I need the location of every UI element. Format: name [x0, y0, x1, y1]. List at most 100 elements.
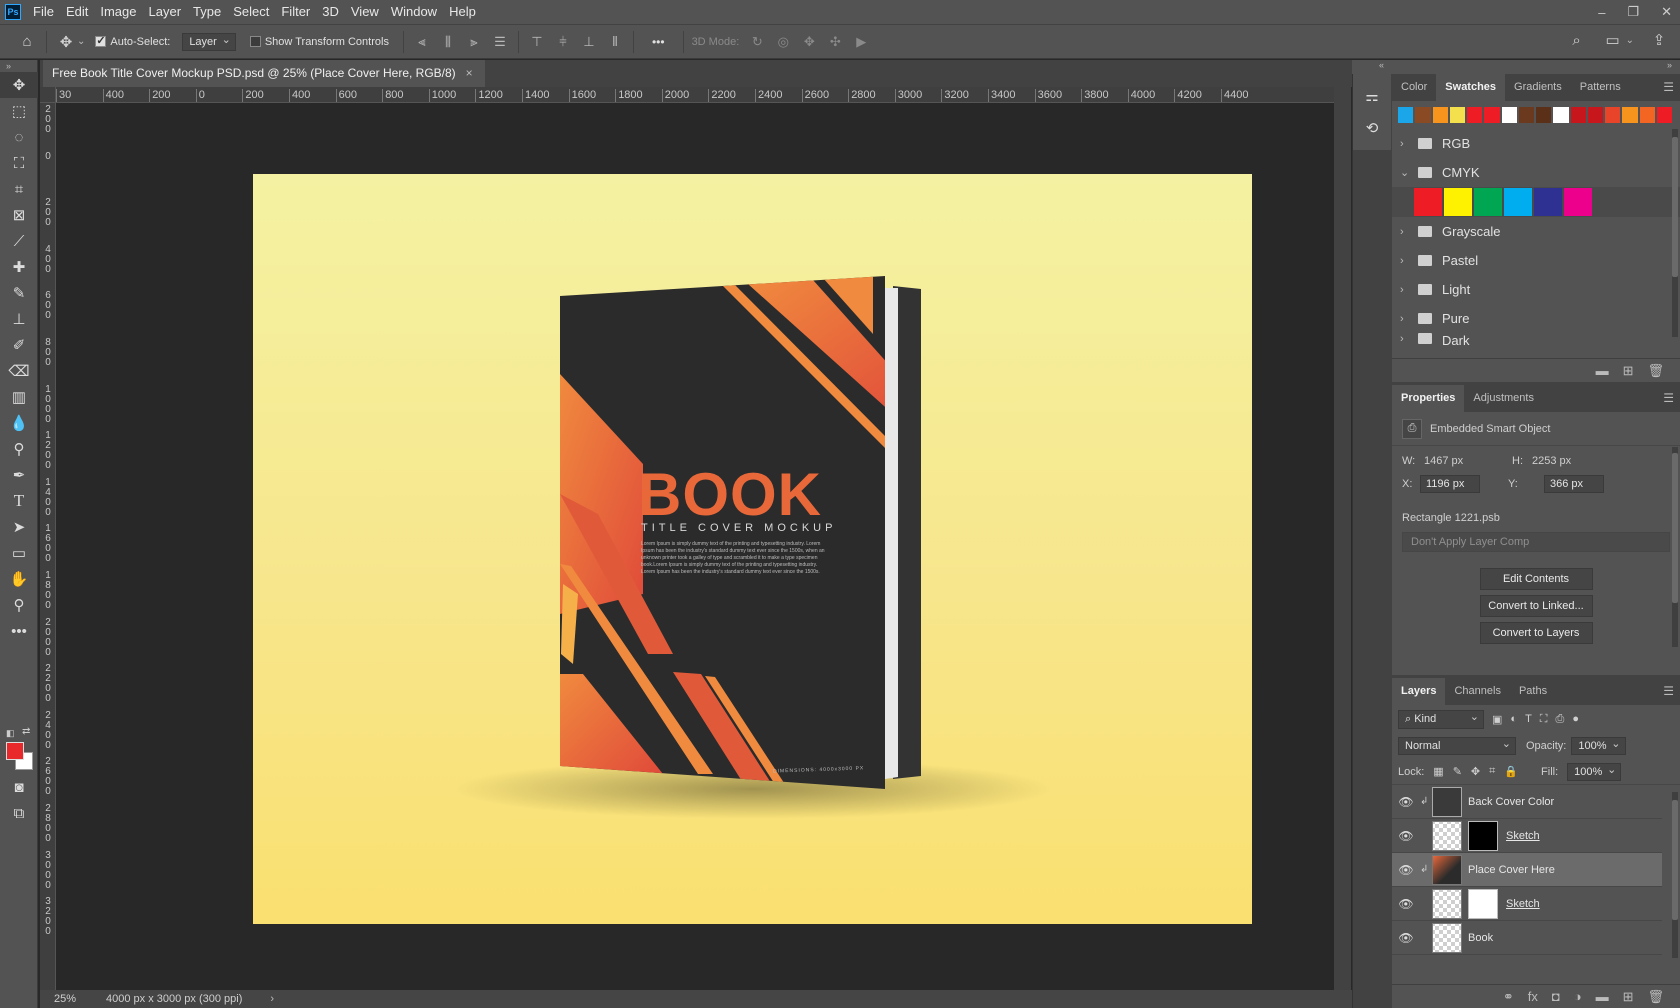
close-window-icon[interactable]: ✕: [1661, 4, 1672, 20]
crop-tool-icon[interactable]: ⌗: [0, 176, 38, 202]
healing-brush-tool-icon[interactable]: ✚: [0, 254, 38, 280]
filter-pixel-icon[interactable]: ▣: [1492, 713, 1502, 726]
tab-channels[interactable]: Channels: [1445, 678, 1509, 705]
collapse-toolbar-icon[interactable]: »: [0, 60, 37, 72]
history-brush-tool-icon[interactable]: ✐: [0, 332, 38, 358]
layer-style-icon[interactable]: fx: [1528, 989, 1538, 1004]
delete-layer-icon[interactable]: 🗑: [1647, 989, 1664, 1005]
photoshop-logo-icon[interactable]: Ps: [5, 4, 21, 20]
color-swatch[interactable]: [1622, 107, 1638, 123]
delete-swatch-icon[interactable]: 🗑: [1647, 363, 1664, 379]
swatch-folder-rgb[interactable]: › RGB: [1392, 129, 1680, 158]
visibility-eye-icon[interactable]: 👁: [1392, 897, 1420, 911]
layer-name[interactable]: Sketch: [1506, 830, 1540, 842]
convert-to-layers-button[interactable]: Convert to Layers: [1479, 622, 1593, 644]
opacity-field[interactable]: 100%: [1571, 737, 1626, 755]
layer-row[interactable]: 👁 Sketch: [1392, 887, 1662, 921]
color-swatch[interactable]: [1534, 188, 1562, 216]
menu-image[interactable]: Image: [94, 0, 142, 24]
new-group-icon[interactable]: ▬: [1596, 989, 1609, 1004]
swatch-folder-pastel[interactable]: › Pastel: [1392, 246, 1680, 275]
properties-scrollbar[interactable]: [1672, 447, 1678, 647]
color-swatch[interactable]: [1564, 188, 1592, 216]
color-swatch[interactable]: [1570, 107, 1586, 123]
color-swatch[interactable]: [1536, 107, 1552, 123]
menu-window[interactable]: Window: [385, 0, 443, 24]
visibility-eye-icon[interactable]: 👁: [1392, 863, 1420, 877]
canvas-vertical-scrollbar[interactable]: [1334, 87, 1351, 990]
color-swatch[interactable]: [1449, 107, 1465, 123]
filter-adjustment-icon[interactable]: ◐: [1510, 713, 1517, 725]
layers-scrollbar[interactable]: [1672, 792, 1678, 958]
libraries-icon[interactable]: ⚎: [1353, 80, 1391, 112]
vertical-ruler[interactable]: 2 0 0 0 2 0 0 4 0 0 6 0 0 8 0 0 1 0 0 0 1 2 0 0…: [40, 103, 56, 990]
search-icon[interactable]: ⌕: [1566, 32, 1588, 49]
layer-name[interactable]: Book: [1468, 932, 1493, 944]
align-center-h-icon[interactable]: ⫼: [438, 34, 458, 50]
close-document-icon[interactable]: ×: [466, 60, 473, 87]
filter-shape-icon[interactable]: ⛶: [1540, 713, 1548, 726]
color-swatch[interactable]: [1444, 188, 1472, 216]
frame-tool-icon[interactable]: ⊠: [0, 202, 38, 228]
zoom-tool-icon[interactable]: ⚲: [0, 592, 38, 618]
status-arrow-icon[interactable]: ›: [270, 993, 274, 1005]
color-swatch[interactable]: [1467, 107, 1483, 123]
align-left-icon[interactable]: ⫷: [412, 34, 432, 50]
filter-toggle-icon[interactable]: ●: [1572, 713, 1579, 725]
canvas-artboard[interactable]: BOOK TITLE COVER MOCKUP Lorem Ipsum is s…: [253, 174, 1252, 924]
visibility-eye-icon[interactable]: 👁: [1392, 795, 1420, 809]
dodge-tool-icon[interactable]: ⚲: [0, 436, 38, 462]
filter-smart-object-icon[interactable]: ⎙: [1556, 713, 1565, 726]
color-swatch[interactable]: [1398, 107, 1414, 123]
color-swatch[interactable]: [1414, 188, 1442, 216]
swatches-scrollbar[interactable]: [1672, 129, 1678, 337]
color-swatch[interactable]: [1501, 107, 1517, 123]
edit-toolbar-icon[interactable]: •••: [0, 618, 38, 644]
foreground-color-swatch[interactable]: [6, 742, 24, 760]
layer-comp-dropdown[interactable]: Don't Apply Layer Comp: [1402, 532, 1670, 552]
layer-row[interactable]: 👁 Sketch: [1392, 819, 1662, 853]
color-swatch[interactable]: [1474, 188, 1502, 216]
lock-transparent-icon[interactable]: ▦: [1433, 765, 1443, 778]
slide-3d-icon[interactable]: ✣: [825, 34, 845, 50]
menu-3d[interactable]: 3D: [316, 0, 345, 24]
screen-mode-icon[interactable]: ⧉: [0, 800, 38, 826]
marquee-tool-icon[interactable]: ⬚: [0, 98, 38, 124]
fill-field[interactable]: 100%: [1567, 762, 1622, 781]
layer-thumbnail[interactable]: [1432, 786, 1462, 817]
convert-to-linked-button[interactable]: Convert to Linked...: [1479, 595, 1593, 617]
x-position-field[interactable]: 1196 px: [1420, 475, 1480, 493]
tab-swatches[interactable]: Swatches: [1436, 74, 1506, 101]
layer-filter-dropdown[interactable]: ⌕ Kind: [1398, 709, 1484, 729]
menu-type[interactable]: Type: [187, 0, 227, 24]
history-icon[interactable]: ⟲: [1353, 112, 1391, 144]
hand-tool-icon[interactable]: ✋: [0, 566, 38, 592]
distribute-v-icon[interactable]: ☰: [490, 34, 510, 50]
home-icon[interactable]: ⌂: [16, 33, 38, 50]
pan-3d-icon[interactable]: ✥: [799, 34, 819, 50]
horizontal-ruler[interactable]: 30 400 200 0 200 400 600 800 1000 1200 1400 1600 180…: [56, 87, 1334, 103]
blend-mode-dropdown[interactable]: Normal: [1398, 737, 1516, 755]
tab-color[interactable]: Color: [1392, 74, 1436, 101]
layer-row[interactable]: 👁 ↲ Back Cover Color: [1392, 785, 1662, 819]
new-folder-icon[interactable]: ▬: [1596, 363, 1609, 378]
expand-panels-icon[interactable]: »: [1392, 60, 1680, 74]
move-tool-icon[interactable]: ✥: [0, 72, 38, 98]
swatch-folder-light[interactable]: › Light: [1392, 275, 1680, 304]
color-swatch[interactable]: [1432, 107, 1448, 123]
menu-edit[interactable]: Edit: [60, 0, 94, 24]
more-options-button[interactable]: •••: [652, 35, 665, 49]
swatch-folder-cmyk[interactable]: ⌄ CMYK: [1392, 158, 1680, 187]
height-value[interactable]: 2253 px: [1532, 455, 1571, 467]
layer-name[interactable]: Sketch: [1506, 898, 1540, 910]
gradient-tool-icon[interactable]: ▥: [0, 384, 38, 410]
distribute-h-icon[interactable]: ⫴: [605, 34, 625, 50]
orbit-3d-icon[interactable]: ↻: [747, 34, 767, 50]
align-bottom-icon[interactable]: ⊥: [579, 34, 599, 50]
restore-icon[interactable]: ❐: [1627, 4, 1639, 20]
swatch-folder-grayscale[interactable]: › Grayscale: [1392, 217, 1680, 246]
canvas-workspace[interactable]: BOOK TITLE COVER MOCKUP Lorem Ipsum is s…: [56, 103, 1334, 990]
align-middle-icon[interactable]: ⫩: [553, 34, 573, 50]
lasso-tool-icon[interactable]: ◌: [0, 124, 38, 150]
add-mask-icon[interactable]: ◘: [1552, 989, 1560, 1004]
